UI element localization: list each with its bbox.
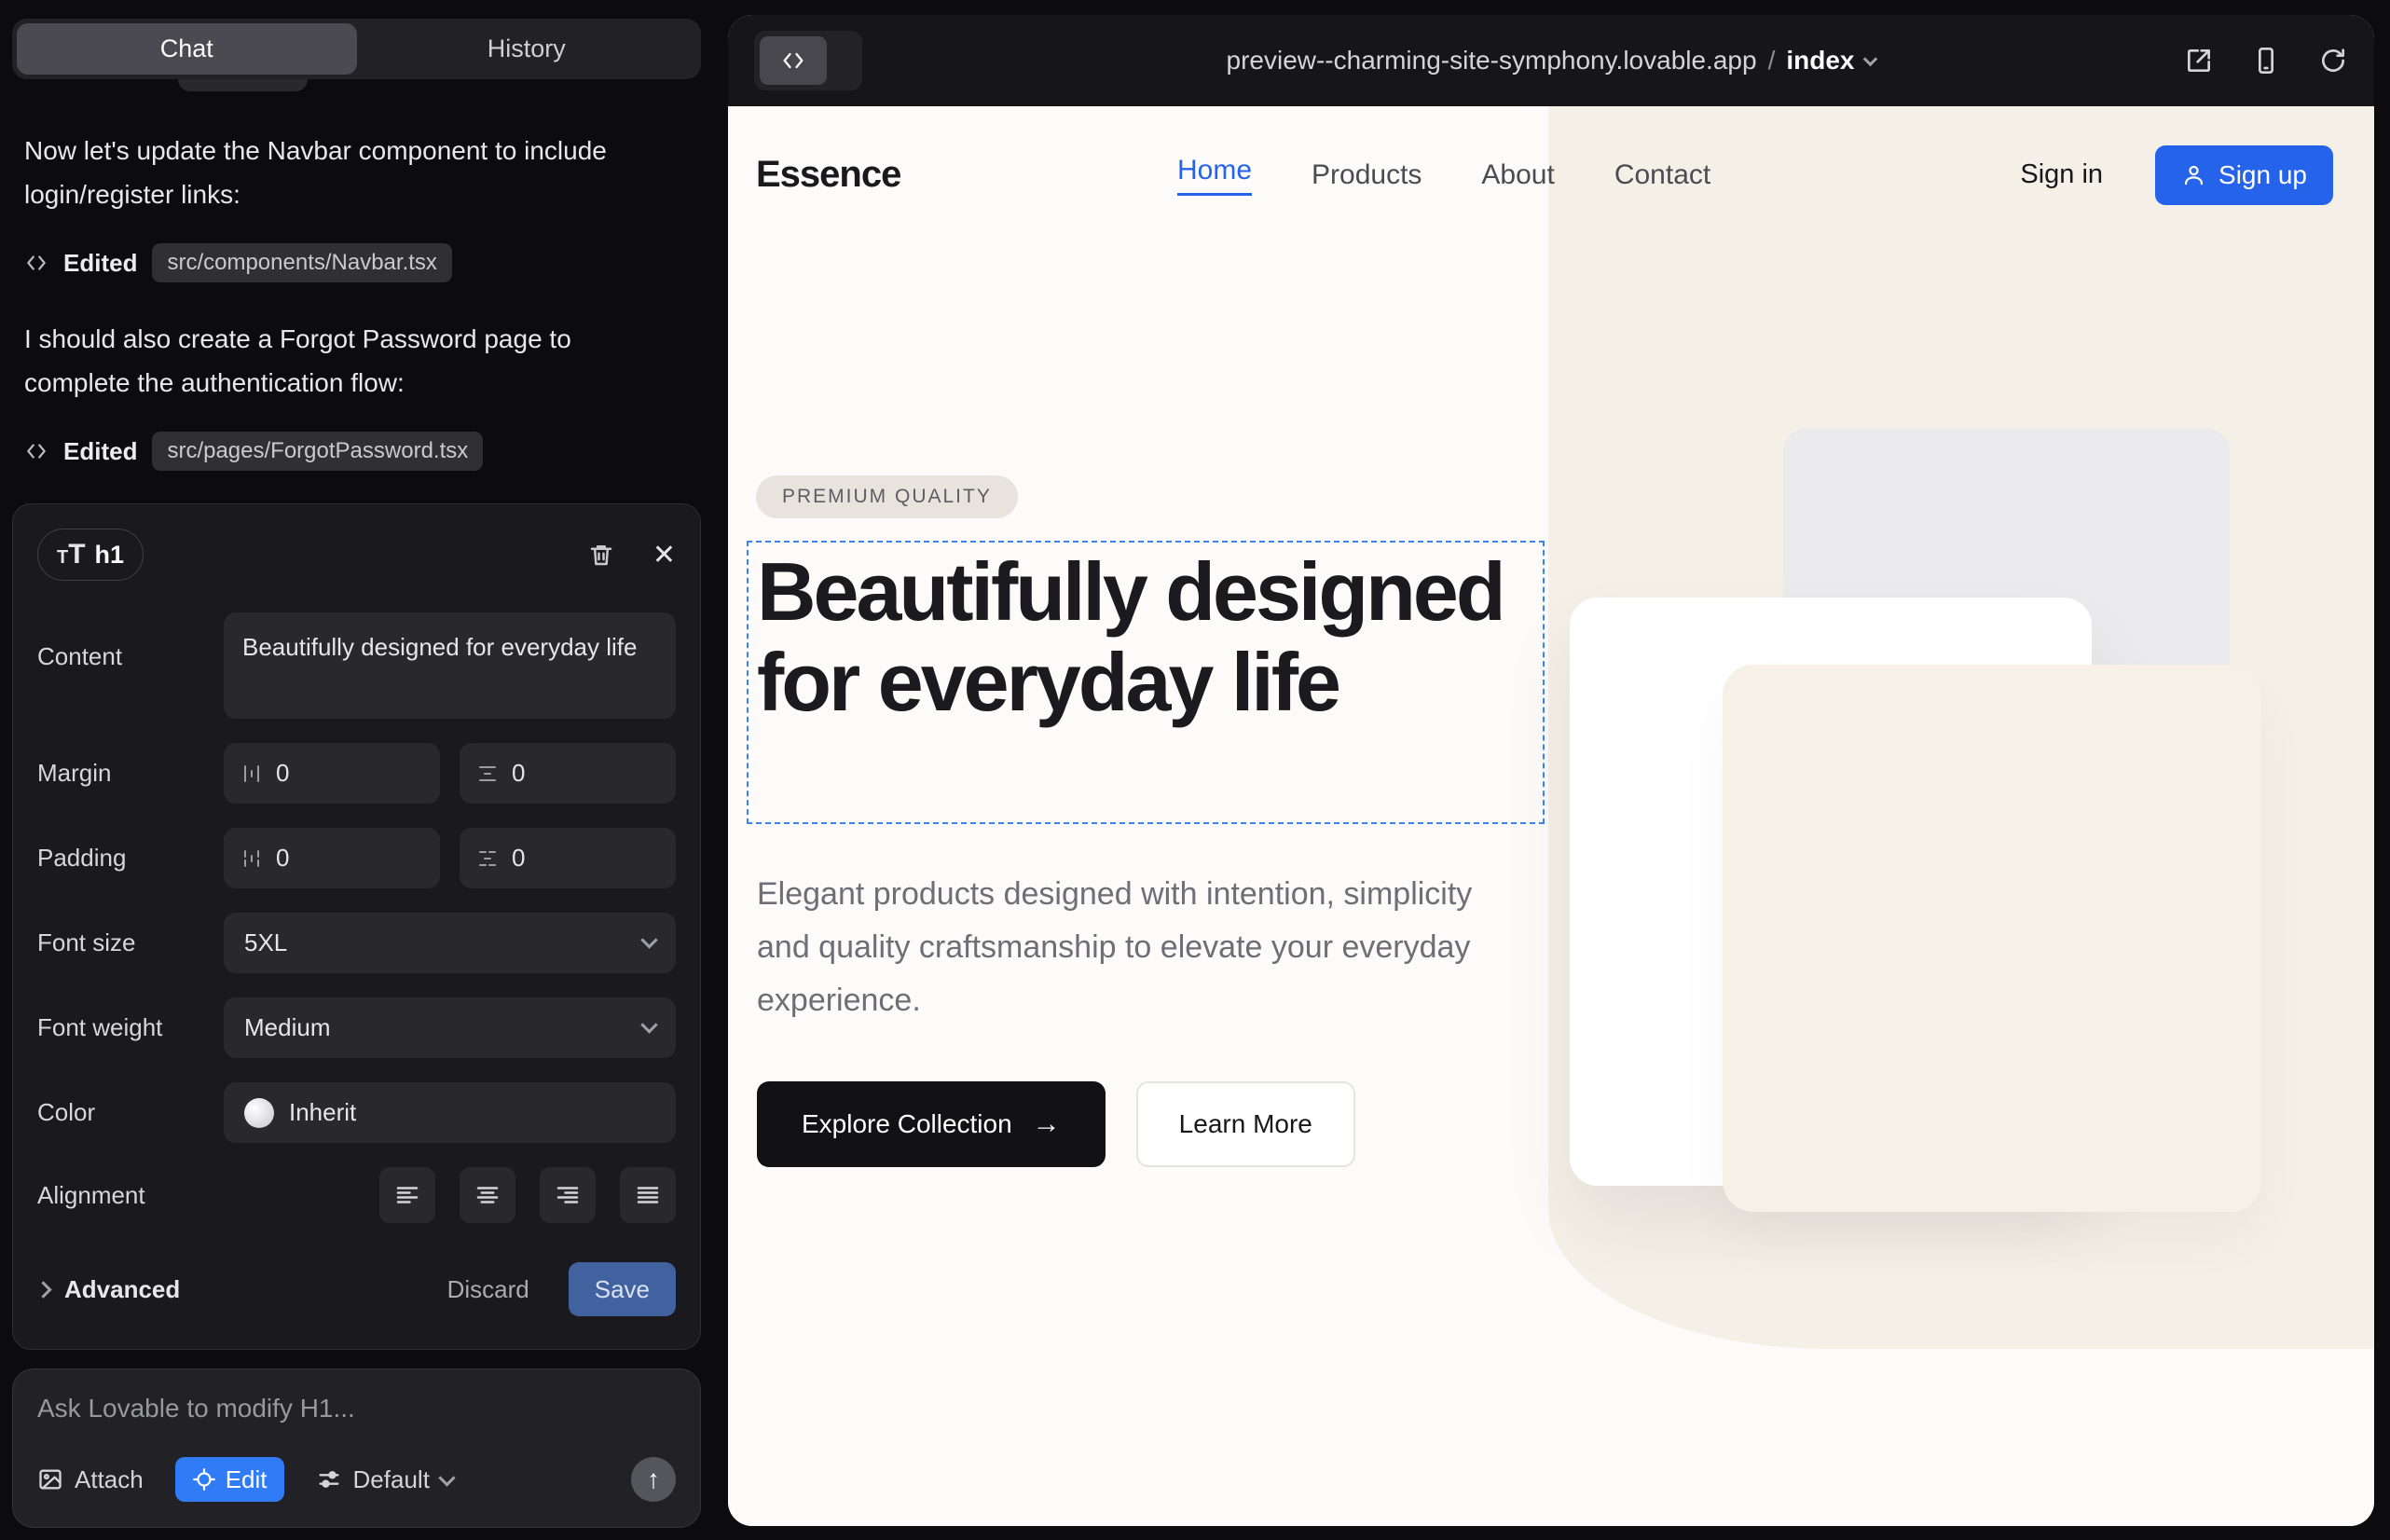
text-style-icon: TT bbox=[57, 539, 86, 571]
composer: Ask Lovable to modify H1... Attach Edit … bbox=[12, 1368, 701, 1528]
code-view-toggle[interactable] bbox=[754, 31, 862, 90]
font-size-label: Font size bbox=[37, 928, 224, 957]
refresh-button[interactable] bbox=[2318, 46, 2348, 76]
element-editor-panel: TT h1 ✕ Content Beautifully designed for… bbox=[12, 503, 701, 1350]
edited-label: Edited bbox=[63, 249, 137, 278]
chat-message: I should also create a Forgot Password p… bbox=[24, 317, 658, 405]
composer-input[interactable]: Ask Lovable to modify H1... bbox=[37, 1394, 676, 1423]
chevron-down-icon bbox=[640, 1016, 657, 1033]
sliders-icon bbox=[316, 1466, 342, 1492]
align-justify-button[interactable] bbox=[620, 1167, 676, 1223]
font-weight-label: Font weight bbox=[37, 1013, 224, 1042]
panel-tabs: Chat History bbox=[12, 19, 701, 79]
hero-heading[interactable]: Beautifully designed for everyday life bbox=[749, 543, 1543, 727]
padding-x-input[interactable] bbox=[276, 844, 332, 873]
horizontal-padding-icon bbox=[240, 847, 263, 870]
code-icon bbox=[760, 36, 827, 85]
arrow-right-icon: → bbox=[1033, 1108, 1061, 1140]
save-button[interactable]: Save bbox=[569, 1262, 676, 1316]
content-textarea[interactable]: Beautifully designed for everyday life bbox=[224, 612, 676, 719]
edited-file-chip[interactable]: src/pages/ForgotPassword.tsx bbox=[152, 432, 483, 471]
chevron-down-icon bbox=[1863, 51, 1878, 66]
edited-file-row: Edited src/components/Navbar.tsx bbox=[24, 242, 452, 283]
font-weight-select[interactable]: Medium bbox=[224, 997, 676, 1058]
content-label: Content bbox=[37, 612, 224, 671]
nav-link-contact[interactable]: Contact bbox=[1614, 159, 1710, 191]
nav-link-about[interactable]: About bbox=[1481, 159, 1554, 191]
attach-button[interactable]: Attach bbox=[37, 1465, 144, 1494]
advanced-toggle[interactable]: Advanced bbox=[37, 1275, 180, 1304]
mode-select[interactable]: Default bbox=[316, 1465, 453, 1494]
image-icon bbox=[37, 1466, 63, 1492]
tab-history[interactable]: History bbox=[357, 23, 697, 75]
selected-element-badge: TT h1 bbox=[37, 529, 144, 581]
element-tag: h1 bbox=[95, 541, 125, 570]
preview-window: preview--charming-site-symphony.lovable.… bbox=[728, 15, 2374, 1526]
route-selector[interactable]: index bbox=[1786, 46, 1854, 76]
chat-message: Now let's update the Navbar component to… bbox=[24, 129, 658, 216]
preview-topbar: preview--charming-site-symphony.lovable.… bbox=[728, 15, 2374, 106]
person-icon bbox=[2181, 162, 2206, 187]
hero-cta-row: Explore Collection → Learn More bbox=[757, 1081, 1355, 1167]
site-logo[interactable]: Essence bbox=[756, 154, 900, 196]
site-nav-links: Home Products About Contact bbox=[1177, 155, 1710, 196]
decorative-card-beige bbox=[1723, 665, 2261, 1212]
chevron-right-icon bbox=[34, 1281, 51, 1298]
delete-element-button[interactable] bbox=[587, 541, 615, 569]
url-bar: preview--charming-site-symphony.lovable.… bbox=[728, 46, 2374, 76]
target-icon bbox=[192, 1467, 216, 1492]
tab-chat[interactable]: Chat bbox=[17, 23, 357, 75]
chevron-down-icon bbox=[640, 931, 657, 948]
code-icon bbox=[24, 439, 48, 463]
nav-link-products[interactable]: Products bbox=[1312, 159, 1422, 191]
discard-button[interactable]: Discard bbox=[434, 1266, 543, 1313]
sign-in-link[interactable]: Sign in bbox=[2020, 159, 2103, 190]
send-button[interactable]: ↑ bbox=[631, 1457, 676, 1502]
chat-panel: Chat History Now let's update the Navbar… bbox=[0, 0, 725, 1540]
nav-link-home[interactable]: Home bbox=[1177, 155, 1252, 196]
edit-mode-button[interactable]: Edit bbox=[175, 1457, 284, 1502]
color-swatch bbox=[244, 1098, 274, 1128]
preview-url[interactable]: preview--charming-site-symphony.lovable.… bbox=[1227, 46, 1757, 76]
alignment-label: Alignment bbox=[37, 1181, 224, 1210]
margin-label: Margin bbox=[37, 759, 224, 788]
url-separator: / bbox=[1768, 46, 1776, 76]
vertical-padding-icon bbox=[476, 847, 499, 870]
vertical-spacing-icon bbox=[476, 763, 499, 785]
margin-y-input[interactable] bbox=[512, 759, 568, 788]
horizontal-spacing-icon bbox=[240, 763, 263, 785]
edited-file-row: Edited src/pages/ForgotPassword.tsx bbox=[24, 431, 483, 472]
margin-y-field[interactable] bbox=[460, 743, 676, 804]
mobile-view-button[interactable] bbox=[2251, 46, 2281, 76]
explore-collection-button[interactable]: Explore Collection → bbox=[757, 1081, 1106, 1167]
align-center-button[interactable] bbox=[460, 1167, 515, 1223]
chevron-down-icon bbox=[438, 1469, 455, 1486]
padding-y-input[interactable] bbox=[512, 844, 568, 873]
site-navbar: Essence Home Products About Contact Sign… bbox=[728, 106, 2374, 243]
sign-up-button[interactable]: Sign up bbox=[2155, 145, 2333, 205]
color-select[interactable]: Inherit bbox=[224, 1082, 676, 1143]
code-icon bbox=[24, 251, 48, 275]
close-editor-button[interactable]: ✕ bbox=[652, 539, 676, 571]
color-label: Color bbox=[37, 1098, 224, 1127]
align-right-button[interactable] bbox=[540, 1167, 596, 1223]
font-size-select[interactable]: 5XL bbox=[224, 913, 676, 973]
site-canvas: Essence Home Products About Contact Sign… bbox=[728, 106, 2374, 1526]
hero-badge: PREMIUM QUALITY bbox=[756, 475, 1018, 518]
hero-paragraph: Elegant products designed with intention… bbox=[757, 868, 1503, 1027]
margin-x-field[interactable] bbox=[224, 743, 440, 804]
edited-label: Edited bbox=[63, 437, 137, 466]
margin-x-input[interactable] bbox=[276, 759, 332, 788]
padding-label: Padding bbox=[37, 844, 224, 873]
padding-x-field[interactable] bbox=[224, 828, 440, 888]
padding-y-field[interactable] bbox=[460, 828, 676, 888]
selected-h1-outline[interactable]: Beautifully designed for everyday life bbox=[747, 541, 1545, 824]
open-external-button[interactable] bbox=[2184, 46, 2214, 76]
edited-file-chip[interactable]: src/components/Navbar.tsx bbox=[152, 243, 451, 282]
learn-more-button[interactable]: Learn More bbox=[1136, 1081, 1355, 1167]
align-left-button[interactable] bbox=[379, 1167, 435, 1223]
